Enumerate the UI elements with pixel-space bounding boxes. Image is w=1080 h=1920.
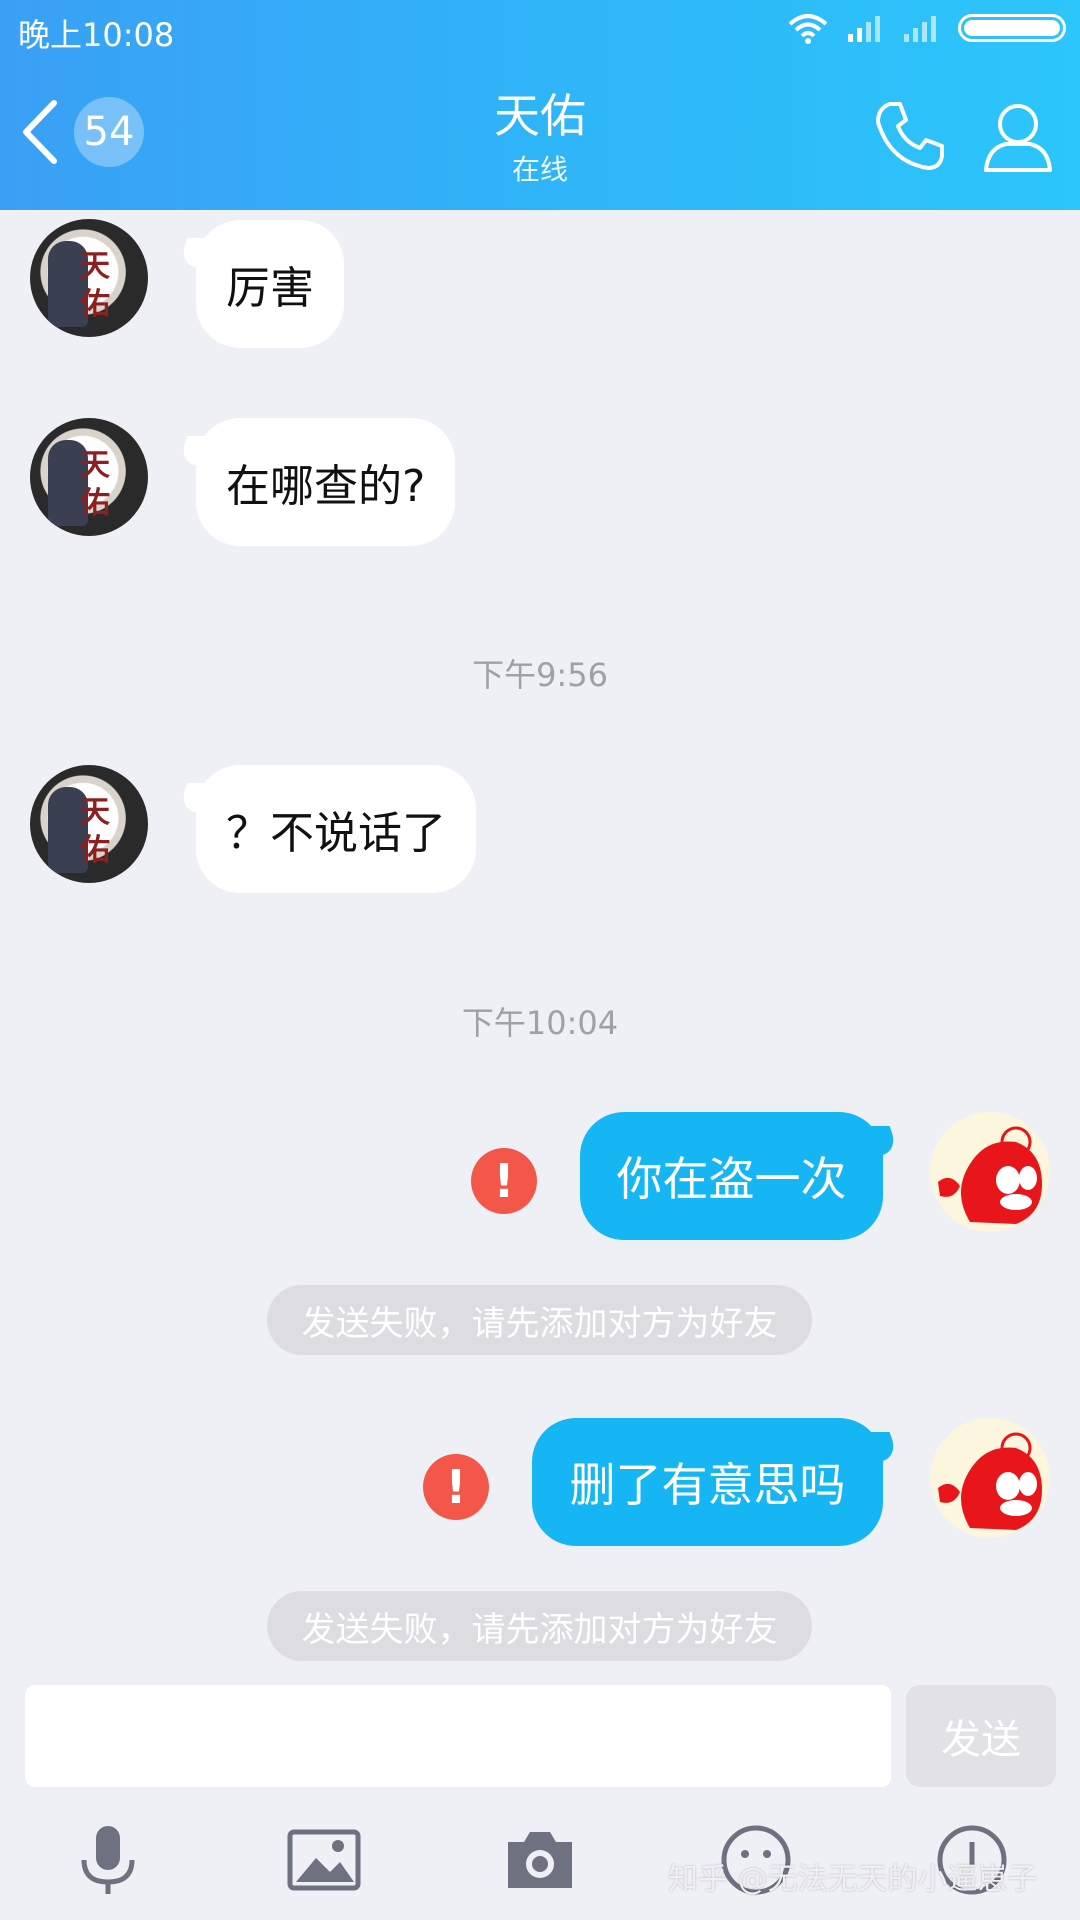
battery-icon — [958, 14, 1066, 42]
contact-avatar[interactable]: 天 佑 — [30, 418, 148, 536]
message-bubble-incoming[interactable]: 厉害 — [196, 220, 344, 348]
my-avatar[interactable] — [930, 1418, 1050, 1538]
mascot-avatar-icon — [938, 1126, 1042, 1224]
image-icon[interactable] — [286, 1822, 362, 1898]
person-icon — [984, 104, 1052, 172]
contact-avatar[interactable]: 天 佑 — [30, 765, 148, 883]
status-time: 晚上10:08 — [18, 16, 175, 54]
message-input[interactable] — [25, 1685, 891, 1787]
send-failed-notice: 发送失败，请先添加对方为好友 — [267, 1591, 812, 1661]
send-failed-icon[interactable]: ! — [423, 1454, 489, 1520]
send-button[interactable]: 发送 — [906, 1685, 1056, 1787]
signal-icon — [848, 16, 880, 42]
message-bubble-outgoing[interactable]: 你在盗一次 — [580, 1112, 883, 1240]
message-timestamp: 下午9:56 — [472, 656, 608, 694]
signal-icon-2 — [904, 16, 936, 42]
watermark-text: 知乎 @无法无天的小逼崽子 — [668, 1862, 1038, 1897]
message-bubble-incoming[interactable]: ？不说话了 — [196, 765, 476, 893]
mascot-avatar-icon — [938, 1432, 1042, 1530]
send-failed-notice: 发送失败，请先添加对方为好友 — [267, 1285, 812, 1355]
profile-button[interactable] — [978, 96, 1058, 176]
call-button[interactable] — [870, 96, 950, 176]
my-avatar[interactable] — [930, 1112, 1050, 1232]
contact-avatar[interactable]: 天 佑 — [30, 219, 148, 337]
wifi-icon — [788, 14, 828, 44]
message-bubble-outgoing[interactable]: 删了有意思吗 — [532, 1418, 883, 1546]
message-bubble-incoming[interactable]: 在哪查的? — [196, 418, 456, 546]
status-icons — [786, 12, 1066, 44]
send-failed-icon[interactable]: ! — [471, 1148, 537, 1214]
phone-icon — [876, 102, 944, 170]
camera-icon[interactable] — [502, 1822, 578, 1898]
microphone-icon[interactable] — [70, 1822, 146, 1898]
chat-header: 晚上10:08 54 天佑 在线 — [0, 0, 1080, 210]
message-timestamp: 下午10:04 — [461, 1004, 619, 1042]
